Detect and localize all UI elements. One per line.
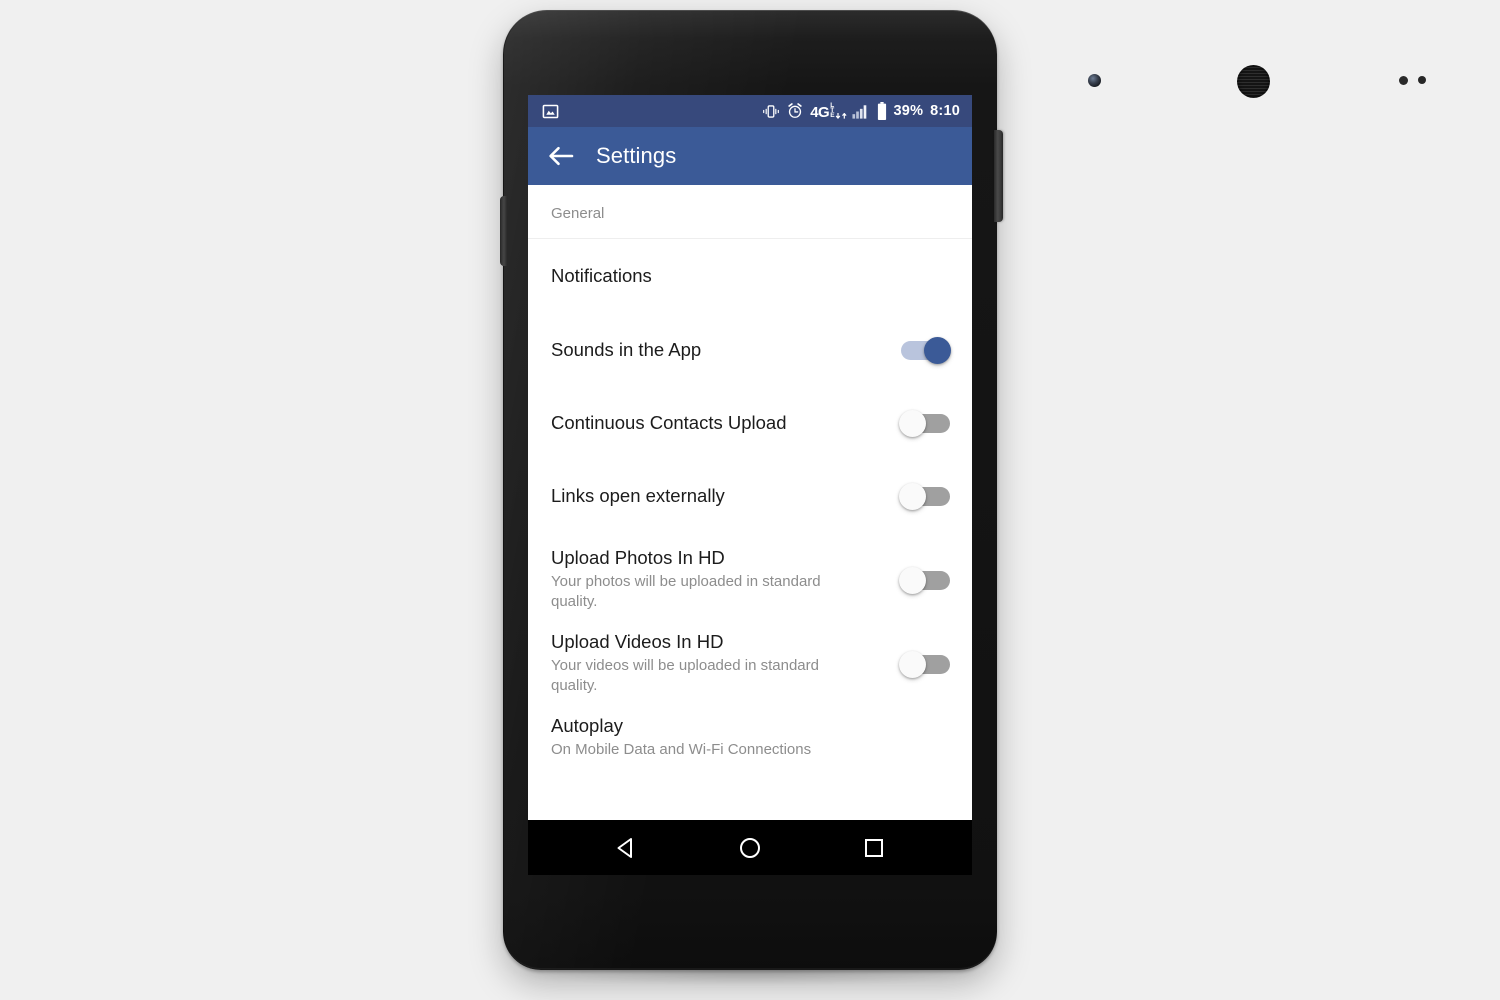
toggle-thumb xyxy=(899,409,926,437)
toggle-thumb xyxy=(899,651,926,678)
row-text: Upload Videos In HD Your videos will be … xyxy=(551,630,899,696)
row-text: Notifications xyxy=(551,264,952,287)
settings-row-subtitle: Your photos will be uploaded in standard… xyxy=(551,573,821,610)
toggle-links-open-externally[interactable] xyxy=(899,481,952,511)
row-text: Autoplay On Mobile Data and Wi-Fi Connec… xyxy=(551,714,952,760)
vibrate-icon xyxy=(762,104,780,119)
settings-row-title: Autoplay xyxy=(551,715,623,736)
section-header-general: General xyxy=(551,205,605,222)
page-title: Settings xyxy=(596,143,677,168)
row-text: Continuous Contacts Upload xyxy=(551,411,899,434)
android-navigation-bar xyxy=(528,820,972,875)
ambient-light-sensor-icon xyxy=(1418,76,1426,84)
settings-row-subtitle: Your videos will be uploaded in standard… xyxy=(551,657,819,694)
toggle-upload-photos-in-hd[interactable] xyxy=(899,565,952,595)
row-text: Sounds in the App xyxy=(551,338,899,361)
screenshot-scene: 4G LTE 39% 8:10 Settings General Notific… xyxy=(0,0,1500,1000)
status-bar: 4G LTE 39% 8:10 xyxy=(528,95,972,127)
alarm-icon xyxy=(787,103,803,119)
proximity-sensor-icon xyxy=(1399,76,1408,85)
power-button[interactable] xyxy=(994,130,1003,222)
row-text: Links open externally xyxy=(551,484,899,507)
toggle-thumb xyxy=(899,567,926,594)
settings-row-title: Links open externally xyxy=(551,484,725,506)
volume-button[interactable] xyxy=(500,196,507,266)
front-camera-icon xyxy=(1088,74,1101,87)
home-nav-button[interactable] xyxy=(715,826,785,870)
settings-row-autoplay[interactable]: Autoplay On Mobile Data and Wi-Fi Connec… xyxy=(528,700,972,770)
battery-percent-label: 39% xyxy=(893,102,924,119)
row-text: Upload Photos In HD Your photos will be … xyxy=(551,546,899,612)
battery-icon xyxy=(877,102,887,120)
clock-label: 8:10 xyxy=(930,102,960,119)
settings-row-title: Notifications xyxy=(551,265,652,287)
toggle-sounds-in-the-app[interactable] xyxy=(899,335,952,365)
back-nav-button[interactable] xyxy=(591,826,661,870)
status-bar-right-icons: 4G LTE 39% 8:10 xyxy=(762,102,960,120)
settings-row-notifications[interactable]: Notifications xyxy=(528,239,972,313)
settings-row-title: Upload Videos In HD xyxy=(551,631,724,652)
signal-bars-icon xyxy=(851,104,868,119)
settings-row-upload-photos-in-hd[interactable]: Upload Photos In HD Your photos will be … xyxy=(528,532,972,616)
app-bar: Settings xyxy=(528,127,972,185)
screenshot-icon xyxy=(542,103,559,120)
toggle-thumb xyxy=(924,336,951,364)
toggle-upload-videos-in-hd[interactable] xyxy=(899,649,952,679)
settings-row-upload-videos-in-hd[interactable]: Upload Videos In HD Your videos will be … xyxy=(528,616,972,700)
settings-row-continuous-contacts-upload[interactable]: Continuous Contacts Upload xyxy=(528,386,972,459)
toggle-thumb xyxy=(899,482,926,510)
recents-nav-button[interactable] xyxy=(839,826,909,870)
toggle-continuous-contacts-upload[interactable] xyxy=(899,408,952,438)
settings-row-title: Sounds in the App xyxy=(551,338,702,360)
settings-row-links-open-externally[interactable]: Links open externally xyxy=(528,459,972,532)
earpiece-speaker-icon xyxy=(1237,65,1270,98)
network-4g-lte-icon: 4G LTE xyxy=(810,102,847,121)
status-bar-left-icons xyxy=(542,103,559,120)
back-arrow-icon[interactable] xyxy=(548,145,574,167)
network-type-label: 4G xyxy=(810,103,830,121)
settings-row-subtitle: On Mobile Data and Wi-Fi Connections xyxy=(551,741,812,759)
settings-row-title: Upload Photos In HD xyxy=(551,547,725,568)
phone-screen: 4G LTE 39% 8:10 Settings General Notific… xyxy=(528,95,972,875)
settings-row-sounds-in-the-app[interactable]: Sounds in the App xyxy=(528,313,972,386)
settings-list[interactable]: General Notifications Sounds in the App xyxy=(528,185,972,875)
settings-row-title: Continuous Contacts Upload xyxy=(551,411,787,433)
